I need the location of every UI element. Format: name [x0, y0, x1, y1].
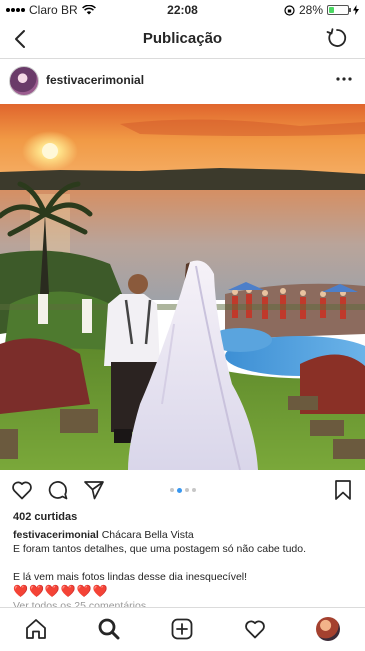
post-header: festivacerimonial	[0, 60, 365, 102]
status-right: 28%	[284, 3, 359, 17]
refresh-icon[interactable]	[325, 26, 349, 50]
page-title: Publicação	[142, 30, 223, 47]
carousel-dot-active	[176, 487, 182, 493]
orientation-lock-icon	[284, 4, 295, 16]
carousel-dot	[191, 488, 196, 492]
post-username[interactable]: festivacerimonial	[46, 73, 144, 87]
bottom-tab-bar	[0, 607, 365, 651]
battery-icon	[327, 5, 351, 15]
wedding-sunset-image	[0, 104, 365, 470]
post-photo[interactable]	[0, 104, 365, 470]
home-icon[interactable]	[24, 617, 48, 641]
caption-hearts: ❤️❤️❤️❤️❤️❤️	[13, 584, 109, 598]
caption-username[interactable]: festivacerimonial	[13, 529, 99, 541]
caption-location: Chácara Bella Vista	[101, 529, 194, 541]
carousel-dot	[184, 488, 189, 492]
more-options-icon[interactable]	[335, 70, 353, 88]
avatar[interactable]	[9, 66, 39, 96]
action-row	[0, 476, 365, 506]
search-icon[interactable]	[97, 617, 121, 641]
caption-line-2: E lá vem mais fotos lindas desse dia ine…	[13, 571, 248, 583]
carousel-indicator	[0, 487, 365, 493]
status-bar: Claro BR 22:08 28%	[0, 0, 365, 20]
caption-line-1: E foram tantos detalhes, que uma postage…	[13, 543, 307, 555]
post-caption: festivacerimonial Chácara Bella Vista E …	[13, 528, 358, 598]
battery-fill	[329, 7, 335, 13]
charging-icon	[353, 5, 359, 15]
profile-avatar[interactable]	[316, 617, 340, 641]
likes-count[interactable]: 402 curtidas	[13, 511, 77, 523]
add-post-icon[interactable]	[170, 617, 194, 641]
bookmark-icon[interactable]	[331, 478, 355, 502]
battery-percent: 28%	[298, 3, 323, 17]
carousel-dot	[169, 488, 174, 492]
activity-heart-icon[interactable]	[243, 617, 267, 641]
nav-bar: Publicação	[0, 20, 365, 59]
